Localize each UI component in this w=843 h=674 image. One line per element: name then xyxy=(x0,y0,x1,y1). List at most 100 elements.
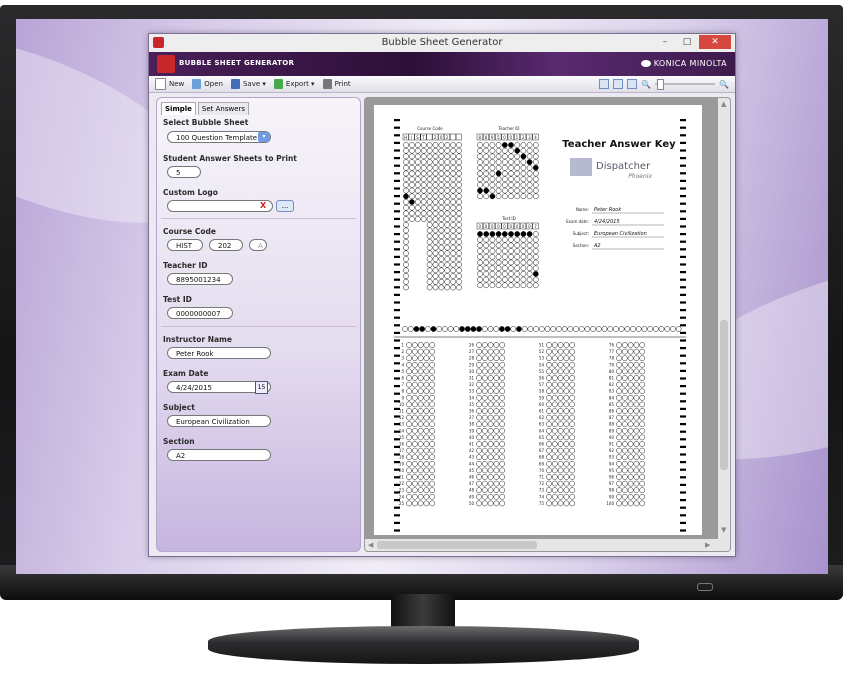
course-code-section-input[interactable]: A xyxy=(249,239,267,251)
scroll-right-icon[interactable]: ▶ xyxy=(705,541,710,549)
view-single-icon[interactable] xyxy=(599,79,610,89)
zoom-in-icon[interactable]: 🔍 xyxy=(719,80,729,89)
bubble xyxy=(481,355,488,362)
bubble xyxy=(438,239,445,245)
teacher-id-input[interactable]: 8895001234 xyxy=(167,273,233,285)
bubble xyxy=(557,421,564,428)
bubble xyxy=(429,493,436,500)
sheet-info-label: Name: xyxy=(576,207,589,212)
bubble xyxy=(456,239,462,245)
scroll-down-icon[interactable]: ▼ xyxy=(721,526,726,534)
open-button[interactable]: Open xyxy=(192,79,223,89)
scroll-left-icon[interactable]: ◀ xyxy=(368,541,373,549)
scroll-up-icon[interactable]: ▲ xyxy=(721,100,726,108)
bubble xyxy=(616,355,622,362)
clear-logo-button[interactable]: X xyxy=(260,201,266,210)
custom-logo-input[interactable] xyxy=(167,200,273,212)
vertical-scroll-thumb[interactable] xyxy=(720,320,728,470)
bubble xyxy=(403,250,409,257)
question-number: 92 xyxy=(609,448,615,453)
section-input[interactable]: A2 xyxy=(167,449,271,461)
export-button[interactable]: Export ▾ xyxy=(273,79,315,89)
id-box-digit: H xyxy=(404,135,407,140)
id-box-digit: 4 xyxy=(534,135,537,140)
course-code-subject-input[interactable]: HIST xyxy=(167,239,203,251)
test-id-input[interactable]: 0000000007 xyxy=(167,307,233,319)
timing-mark xyxy=(680,301,686,304)
sheets-to-print-input[interactable]: 5 xyxy=(167,166,201,178)
bubble xyxy=(403,256,409,262)
tab-set-answers[interactable]: Set Answers xyxy=(197,102,250,115)
vertical-scrollbar[interactable]: ▲ ▼ xyxy=(718,98,730,539)
bubble xyxy=(601,326,608,332)
print-button[interactable]: Print xyxy=(322,79,351,89)
question-number: 54 xyxy=(539,362,545,367)
bubble xyxy=(450,267,457,274)
bubble xyxy=(450,239,457,245)
bubble xyxy=(481,454,488,461)
bubble xyxy=(501,176,508,183)
bubble xyxy=(532,276,539,283)
bubble xyxy=(483,253,490,260)
bubble xyxy=(621,361,628,368)
bubble xyxy=(633,447,640,454)
dispatcher-logo-icon xyxy=(570,158,592,176)
calendar-icon[interactable]: 15 xyxy=(255,381,268,394)
timing-mark xyxy=(680,423,686,426)
bubble xyxy=(483,271,490,277)
minimize-button[interactable]: – xyxy=(655,35,675,49)
horizontal-scroll-thumb[interactable] xyxy=(377,541,537,549)
bubble xyxy=(639,342,646,348)
question-number: 38 xyxy=(469,422,475,427)
bubble xyxy=(409,147,415,154)
question-number: 42 xyxy=(469,448,475,453)
bubble xyxy=(444,210,451,217)
bubble xyxy=(450,204,457,211)
instructor-name-input[interactable]: Peter Rook xyxy=(167,347,271,359)
maximize-button[interactable]: □ xyxy=(677,35,697,49)
zoom-out-icon[interactable]: 🔍 xyxy=(641,80,651,89)
chevron-down-icon[interactable]: ▾ xyxy=(258,132,270,142)
bubble xyxy=(526,193,533,200)
timing-mark xyxy=(394,362,400,365)
zoom-slider-thumb[interactable] xyxy=(657,79,665,90)
template-select[interactable]: 100 Question Template xyxy=(167,131,271,143)
horizontal-scrollbar[interactable]: ◀ ▶ xyxy=(365,539,730,551)
bubble xyxy=(411,487,418,494)
bubble xyxy=(514,253,521,260)
bubble xyxy=(633,467,640,474)
bubble xyxy=(495,259,502,266)
question-number: 79 xyxy=(609,362,615,367)
bubble xyxy=(526,242,533,249)
bubble xyxy=(411,388,418,395)
course-code-number-input[interactable]: 202 xyxy=(209,239,243,251)
bubble xyxy=(675,326,682,332)
bubble xyxy=(450,187,457,194)
bubble xyxy=(563,414,570,421)
view-fit-icon[interactable] xyxy=(627,79,638,89)
save-button[interactable]: Save ▾ xyxy=(230,79,266,89)
timing-mark xyxy=(680,172,686,175)
close-button[interactable]: ✕ xyxy=(699,35,731,49)
view-double-icon[interactable] xyxy=(613,79,624,89)
tab-simple[interactable]: Simple xyxy=(161,102,196,115)
bubble xyxy=(438,142,445,148)
bubble xyxy=(569,441,576,447)
bubble xyxy=(429,408,436,414)
bubble xyxy=(432,233,439,240)
bubble xyxy=(487,342,494,348)
bubble xyxy=(551,480,558,487)
browse-logo-button[interactable]: ... xyxy=(276,200,294,212)
bubble xyxy=(438,273,445,279)
bubble xyxy=(403,261,409,268)
bubble xyxy=(520,159,527,165)
bubble xyxy=(429,474,436,480)
bubble xyxy=(627,500,634,507)
zoom-slider[interactable] xyxy=(655,79,716,90)
bubble xyxy=(501,265,508,272)
new-button[interactable]: New xyxy=(155,78,184,90)
timing-mark xyxy=(680,134,686,137)
bubble xyxy=(501,282,508,289)
subject-input[interactable]: European Civilization xyxy=(167,415,271,427)
timing-mark xyxy=(394,521,400,524)
